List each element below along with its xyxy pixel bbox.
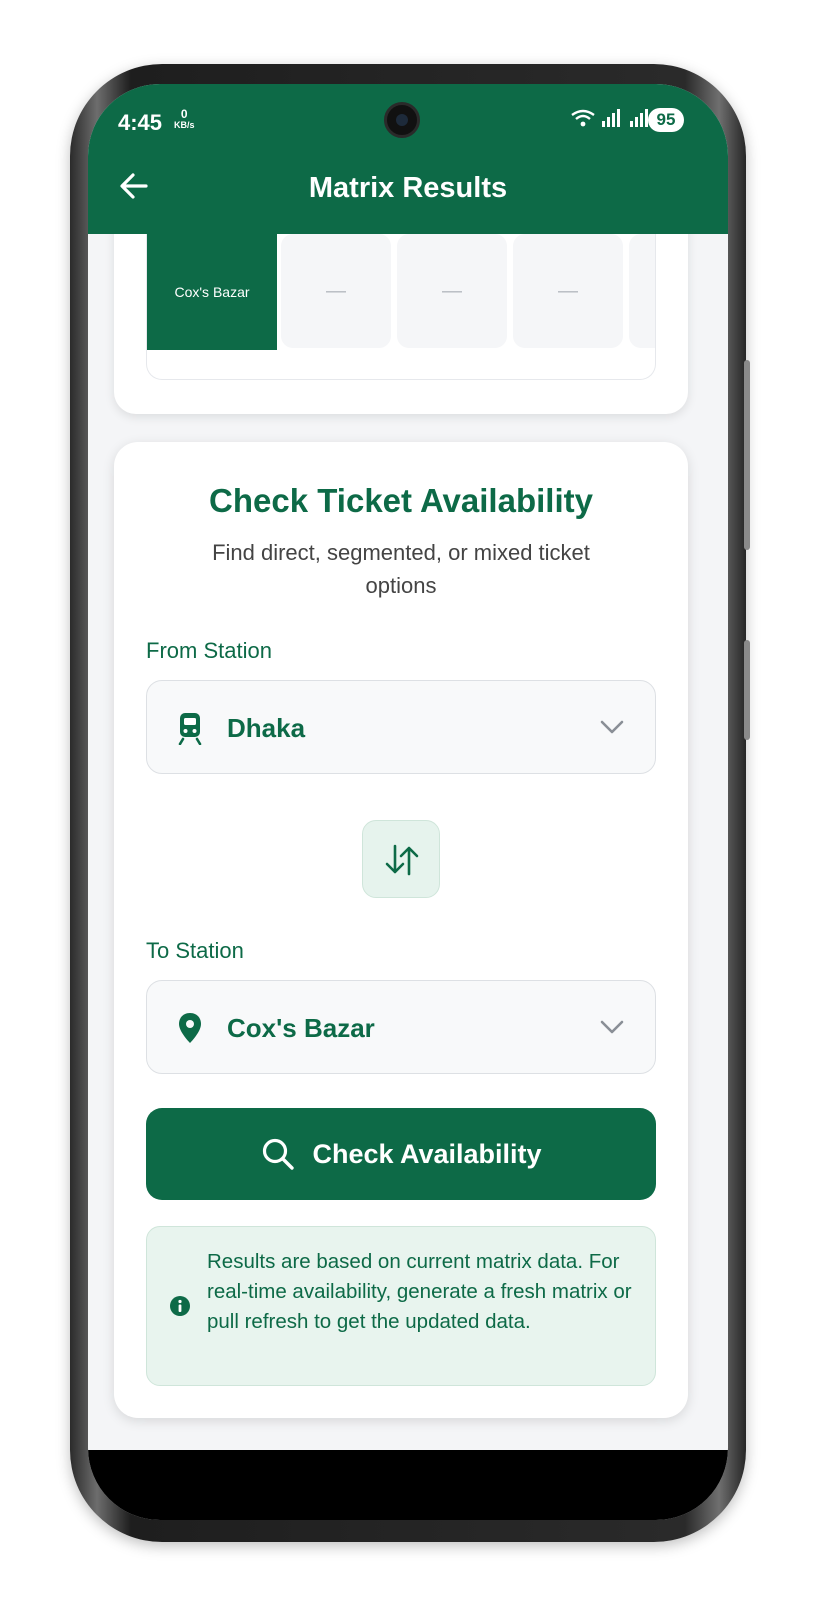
info-notice: Results are based on current matrix data…	[146, 1226, 656, 1386]
from-station-label: From Station	[146, 638, 272, 663]
net-speed-value: 0	[180, 107, 188, 121]
swap-vertical-icon	[385, 844, 419, 876]
volume-button	[744, 360, 750, 550]
status-icons	[570, 108, 651, 128]
info-text: Results are based on current matrix data…	[207, 1250, 632, 1333]
availability-card: Check Ticket Availability Find direct, s…	[114, 442, 688, 1418]
matrix-cell[interactable]: —	[513, 234, 623, 348]
to-station-label: To Station	[146, 938, 244, 963]
power-button	[744, 640, 750, 740]
battery-indicator: 95	[648, 108, 684, 132]
from-station-value: Dhaka	[227, 713, 306, 743]
wifi-icon	[571, 109, 595, 127]
front-camera	[384, 102, 420, 138]
status-time: 4:45	[118, 110, 163, 135]
page-title: Matrix Results	[308, 172, 508, 204]
screen: Cox's Bazar — — — 4:45 0 KB/s 95 Matrix …	[88, 84, 728, 1520]
chevron-down-icon	[600, 720, 624, 734]
matrix-cell-partial[interactable]	[629, 234, 655, 348]
availability-title: Check Ticket Availability	[209, 482, 593, 519]
check-availability-button[interactable]: Check Availability	[146, 1108, 656, 1200]
location-pin-icon	[179, 1013, 201, 1043]
swap-stations-button[interactable]	[362, 820, 440, 898]
to-station-select[interactable]: Cox's Bazar	[146, 980, 656, 1074]
matrix-cell[interactable]: —	[397, 234, 507, 348]
bottom-bezel	[88, 1450, 728, 1520]
chevron-down-icon	[600, 1020, 624, 1034]
check-availability-label: Check Availability	[312, 1138, 542, 1169]
train-icon	[178, 713, 202, 745]
from-station-select[interactable]: Dhaka	[146, 680, 656, 774]
net-speed-unit: KB/s	[174, 120, 195, 130]
net-speed: 0 KB/s	[174, 108, 195, 130]
matrix-station-label: Cox's Bazar	[147, 234, 277, 350]
to-station-value: Cox's Bazar	[227, 1013, 375, 1043]
app-header: 4:45 0 KB/s 95 Matrix Results	[88, 84, 728, 234]
availability-subtitle: Find direct, segmented, or mixed ticket …	[212, 540, 590, 598]
search-icon	[263, 1138, 295, 1170]
signal-icon	[602, 109, 621, 127]
info-icon	[170, 1296, 190, 1316]
matrix-cell[interactable]: —	[281, 234, 391, 348]
